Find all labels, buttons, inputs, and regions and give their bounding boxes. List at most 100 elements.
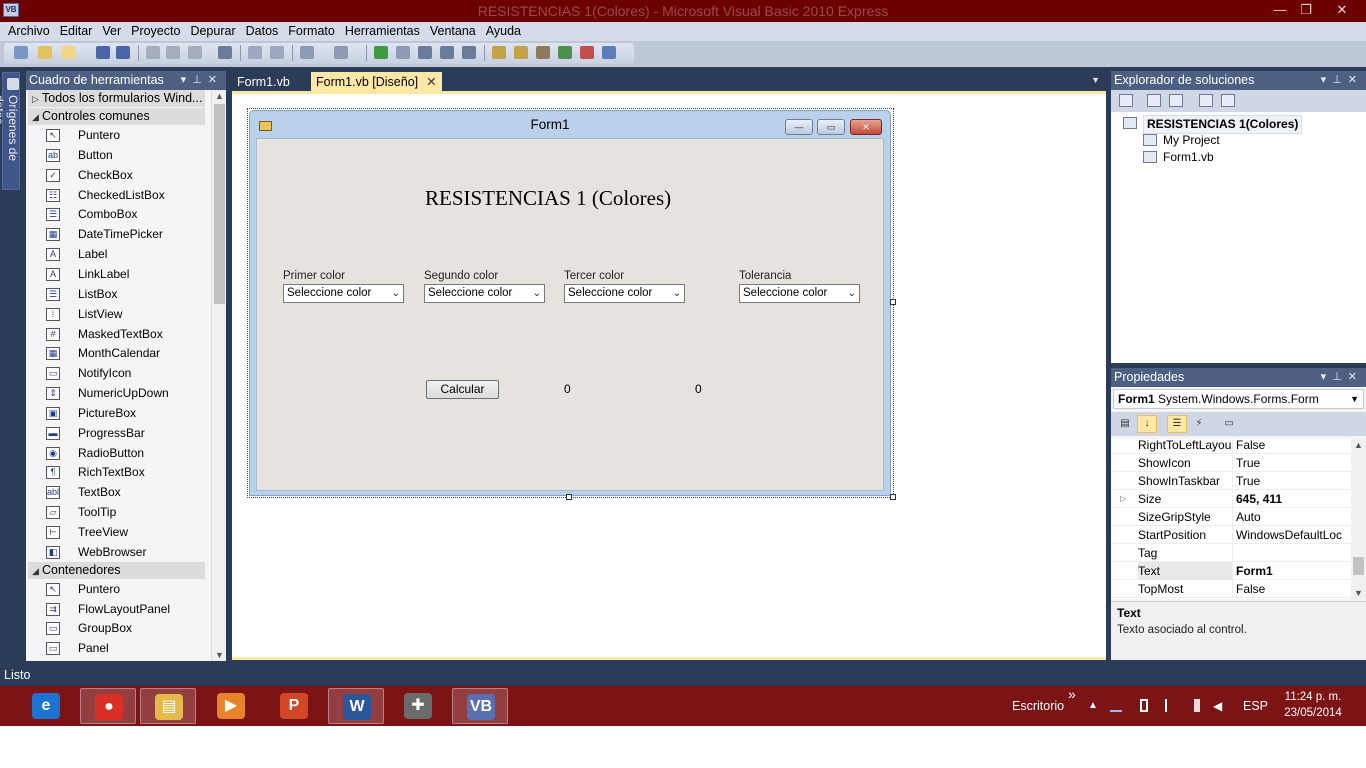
scroll-down-arrow-icon[interactable]: ▼ <box>215 650 224 660</box>
form-heading-label[interactable]: RESISTENCIAS 1 (Colores) <box>425 186 671 211</box>
toolbox-item[interactable]: ☰ ListBox <box>46 285 206 304</box>
scroll-up-arrow-icon[interactable]: ▲ <box>215 91 224 101</box>
paste-icon[interactable] <box>188 46 202 59</box>
property-pages-icon[interactable]: ▭ <box>1219 415 1239 433</box>
scroll-thumb[interactable] <box>214 104 225 304</box>
start-page-icon[interactable] <box>602 46 616 59</box>
expand-arrow-icon[interactable]: ▷ <box>1120 490 1126 508</box>
taskbar-app-button[interactable]: W <box>328 688 384 724</box>
tab-form1-code[interactable]: Form1.vb <box>232 72 295 92</box>
toolbox-scrollbar[interactable]: ▲ ▼ <box>211 90 226 661</box>
toolbox-item[interactable]: ⁞ ListView <box>46 305 206 324</box>
properties-button-icon[interactable] <box>1119 94 1133 107</box>
toolbox-item[interactable]: ▭ Panel <box>46 639 206 658</box>
menu-ayuda[interactable]: Ayuda <box>481 22 526 41</box>
property-value[interactable]: False <box>1236 580 1351 598</box>
toolbox-item[interactable]: # MaskedTextBox <box>46 325 206 344</box>
taskbar-clock[interactable]: 11:24 p. m. 23/05/2014 <box>1278 689 1348 721</box>
toolbox-item[interactable]: ¶ RichTextBox <box>46 463 206 482</box>
property-value[interactable]: Auto <box>1236 508 1351 526</box>
tolerancia-label[interactable]: Tolerancia <box>739 270 791 282</box>
toolbox-item[interactable]: ⇕ NumericUpDown <box>46 384 206 403</box>
form-close-button[interactable]: ✕ <box>850 119 882 135</box>
property-value[interactable]: 645, 411 <box>1236 490 1351 508</box>
taskbar-app-button[interactable]: P <box>266 688 322 724</box>
panel-header-buttons[interactable]: ▾⊥✕ <box>1321 368 1363 387</box>
alphabetical-icon[interactable]: ↓ <box>1137 415 1157 433</box>
primer-color-combobox[interactable]: Seleccione color ⌄ <box>283 284 404 303</box>
toolbox-icon[interactable] <box>558 46 572 59</box>
chevron-down-icon[interactable]: ▼ <box>1350 390 1359 408</box>
toolbox-item[interactable]: ▣ PictureBox <box>46 404 206 423</box>
toolbox-item[interactable]: ↖ Puntero <box>46 126 206 145</box>
resize-handle-corner[interactable] <box>890 494 896 500</box>
tab-list-dropdown-icon[interactable]: ▼ <box>1091 75 1100 85</box>
start-debugging-icon[interactable] <box>374 46 388 59</box>
chevron-down-icon[interactable]: ⌄ <box>673 285 681 302</box>
uncomment-icon[interactable] <box>270 46 284 59</box>
tab-form1-design[interactable]: Form1.vb [Diseño] ✕ <box>311 72 442 92</box>
battery-icon[interactable] <box>1140 699 1148 712</box>
show-all-files-icon[interactable] <box>1147 94 1161 107</box>
menu-proyecto[interactable]: Proyecto <box>126 22 185 41</box>
toolbox-item[interactable]: ▬ ProgressBar <box>46 424 206 443</box>
close-button[interactable]: ✕ <box>1320 0 1364 20</box>
property-row[interactable]: ShowInTaskbar True <box>1111 472 1351 490</box>
toolbox-category-common[interactable]: ◢ Controles comunes <box>28 108 205 125</box>
menu-ver[interactable]: Ver <box>97 22 126 41</box>
minimize-button[interactable]: — <box>1268 0 1292 20</box>
copy-icon[interactable] <box>166 46 180 59</box>
redo-icon[interactable] <box>334 46 348 59</box>
calcular-button[interactable]: Calcular <box>426 380 499 399</box>
chevron-down-icon[interactable]: ⌄ <box>533 285 541 302</box>
property-value[interactable]: WindowsDefaultLoc <box>1236 526 1351 544</box>
toolbox-item[interactable]: abl TextBox <box>46 483 206 502</box>
cut-icon[interactable] <box>146 46 160 59</box>
chevron-down-icon[interactable]: ⌄ <box>392 285 400 302</box>
toolbox-item[interactable]: ▭ NotifyIcon <box>46 364 206 383</box>
tolerancia-combobox[interactable]: Seleccione color ⌄ <box>739 284 860 303</box>
volume-icon[interactable]: ◀ <box>1213 686 1222 726</box>
taskbar-app-button[interactable]: e <box>18 688 74 724</box>
toolbox-category-all-forms[interactable]: ▷ Todos los formularios Wind... <box>28 90 205 107</box>
resize-handle-right[interactable] <box>890 299 896 305</box>
property-row[interactable]: Tag <box>1111 544 1351 562</box>
toolbox-item[interactable]: A Label <box>46 245 206 264</box>
restore-button[interactable]: ❐ <box>1293 0 1319 20</box>
network-adapter-icon[interactable] <box>1110 699 1122 712</box>
toolbox-item[interactable]: ▭ GroupBox <box>46 619 206 638</box>
property-value[interactable]: True <box>1236 454 1351 472</box>
toolbox-item[interactable]: ◉ RadioButton <box>46 444 206 463</box>
view-designer-icon[interactable] <box>1221 94 1235 107</box>
object-browser-icon[interactable] <box>536 46 550 59</box>
property-row[interactable]: TopMost False <box>1111 580 1351 598</box>
events-icon[interactable]: ⚡ <box>1189 415 1209 433</box>
step-into-icon[interactable] <box>418 46 432 59</box>
taskbar-app-button[interactable]: ● <box>80 688 136 724</box>
step-over-icon[interactable] <box>440 46 454 59</box>
error-list-icon[interactable] <box>580 46 594 59</box>
scroll-up-arrow-icon[interactable]: ▲ <box>1354 440 1363 450</box>
menu-formato[interactable]: Formato <box>283 22 340 41</box>
refresh-icon[interactable] <box>1169 94 1183 107</box>
step-out-icon[interactable] <box>462 46 476 59</box>
new-project-icon[interactable] <box>14 46 28 59</box>
input-language-indicator[interactable]: ESP <box>1243 686 1268 726</box>
show-hidden-icons-icon[interactable]: ▲ <box>1088 686 1098 726</box>
toolbox-item[interactable]: ab Button <box>46 146 206 165</box>
toolbox-item[interactable]: ☰ ComboBox <box>46 205 206 224</box>
result-label-2[interactable]: 0 <box>695 382 702 396</box>
toolbox-category-containers[interactable]: ◢ Contenedores <box>28 562 205 579</box>
open-file-icon[interactable] <box>38 46 52 59</box>
toolbox-item[interactable]: A LinkLabel <box>46 265 206 284</box>
properties-icon[interactable] <box>514 46 528 59</box>
panel-header-buttons[interactable]: ▾⊥✕ <box>181 71 223 90</box>
result-label-1[interactable]: 0 <box>564 382 571 396</box>
taskbar-app-button[interactable]: ✚ <box>390 688 446 724</box>
desktop-toolbar-label[interactable]: Escritorio <box>1012 686 1064 726</box>
form-client-area[interactable]: RESISTENCIAS 1 (Colores) Primer color Se… <box>256 138 884 491</box>
property-row[interactable]: Text Form1 <box>1111 562 1351 580</box>
data-sources-side-tab[interactable]: Orígenes de datos <box>0 70 22 660</box>
toolbox-item[interactable]: ▦ DateTimePicker <box>46 225 206 244</box>
resize-handle-bottom[interactable] <box>566 494 572 500</box>
